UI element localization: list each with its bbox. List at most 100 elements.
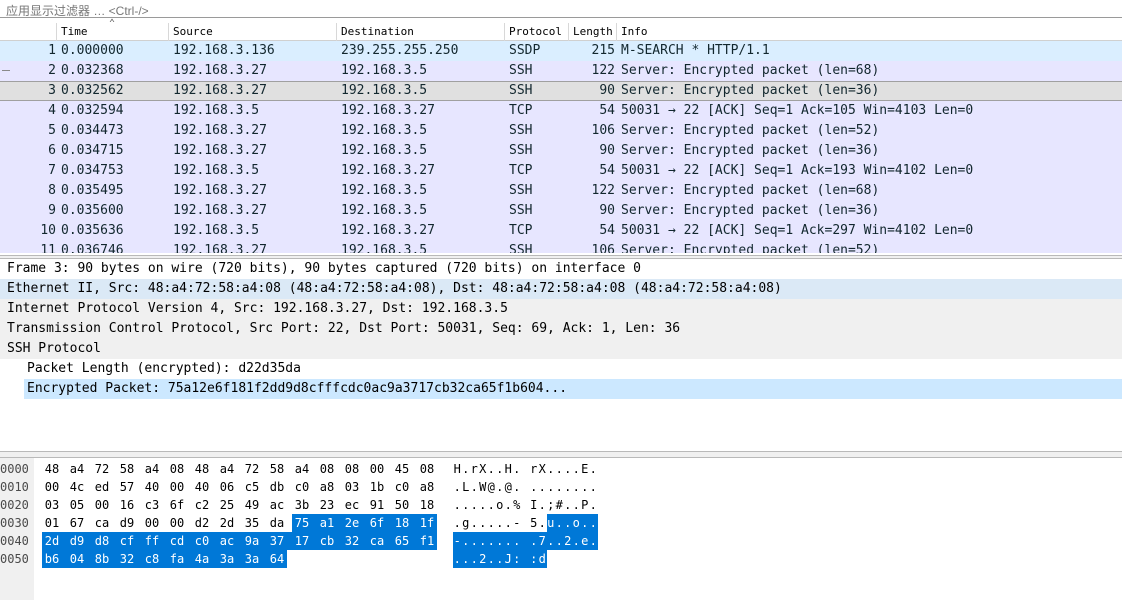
ascii-byte[interactable]: . (462, 496, 471, 514)
ascii-byte[interactable]: . (589, 496, 598, 514)
hex-byte[interactable]: 64 (267, 550, 287, 568)
hex-byte[interactable]: 2d (217, 514, 237, 532)
detail-line-packet-length[interactable]: Packet Length (encrypted): d22d35da (24, 359, 1122, 379)
ascii-byte[interactable]: ; (547, 496, 556, 514)
ascii-byte[interactable]: . (572, 496, 581, 514)
column-header-no[interactable] (0, 23, 57, 41)
hex-byte[interactable]: 3b (292, 496, 312, 514)
hex-byte[interactable]: 08 (417, 460, 437, 478)
hex-byte[interactable]: 00 (367, 460, 387, 478)
ascii-byte[interactable]: . (453, 514, 462, 532)
hex-byte[interactable]: db (267, 478, 287, 496)
ascii-byte[interactable]: J (504, 550, 513, 568)
ascii-byte[interactable]: W (479, 478, 488, 496)
ascii-byte[interactable]: . (547, 460, 556, 478)
hex-byte[interactable]: 8b (92, 550, 112, 568)
packet-row[interactable]: 7 0.034753 192.168.3.5 192.168.3.27 TCP 54 500… (0, 161, 1122, 181)
ascii-byte[interactable]: r (470, 460, 479, 478)
ascii-byte[interactable]: . (504, 514, 513, 532)
ascii-byte[interactable]: . (461, 532, 470, 550)
ascii-byte[interactable]: 5 (530, 514, 539, 532)
hex-byte[interactable]: a4 (292, 460, 312, 478)
ascii-byte[interactable]: . (555, 514, 564, 532)
hex-byte[interactable]: c2 (192, 496, 212, 514)
hex-byte[interactable]: 49 (242, 496, 262, 514)
ascii-byte[interactable]: H (453, 460, 462, 478)
hex-byte[interactable]: cf (117, 532, 137, 550)
ascii-byte[interactable]: . (555, 532, 564, 550)
hex-byte[interactable]: 45 (392, 460, 412, 478)
ascii-byte[interactable]: . (470, 496, 479, 514)
hex-byte[interactable]: 37 (267, 532, 287, 550)
hex-byte[interactable]: c8 (142, 550, 162, 568)
ascii-byte[interactable]: . (546, 532, 555, 550)
hex-byte[interactable]: a8 (417, 478, 437, 496)
ascii-byte[interactable]: e (580, 532, 589, 550)
ascii-byte[interactable]: . (487, 496, 496, 514)
ascii-byte[interactable]: X (538, 460, 547, 478)
hex-byte[interactable]: 01 (42, 514, 62, 532)
ascii-byte[interactable]: r (530, 460, 539, 478)
hex-byte[interactable]: 72 (92, 460, 112, 478)
packet-row[interactable]: 10 0.035636 192.168.3.5 192.168.3.27 TCP 54 50… (0, 221, 1122, 241)
hex-byte[interactable]: 40 (192, 478, 212, 496)
hex-byte[interactable]: 00 (92, 496, 112, 514)
hex-byte[interactable]: a4 (67, 460, 87, 478)
ascii-byte[interactable]: - (453, 532, 462, 550)
hex-byte[interactable]: 23 (317, 496, 337, 514)
ascii-byte[interactable]: @ (504, 478, 513, 496)
ascii-byte[interactable]: . (487, 514, 496, 532)
hex-byte[interactable]: a4 (142, 460, 162, 478)
ascii-byte[interactable]: . (512, 532, 521, 550)
ascii-byte[interactable]: . (487, 550, 496, 568)
hex-byte[interactable]: 00 (142, 514, 162, 532)
hex-byte[interactable]: 16 (117, 496, 137, 514)
ascii-byte[interactable]: . (470, 550, 479, 568)
ascii-byte[interactable]: d (538, 550, 547, 568)
column-header-protocol[interactable]: Protocol (505, 23, 569, 41)
hex-byte[interactable]: a1 (317, 514, 337, 532)
hex-byte[interactable]: a8 (317, 478, 337, 496)
ascii-byte[interactable]: . (504, 532, 513, 550)
ascii-byte[interactable]: . (572, 532, 581, 550)
hex-byte[interactable]: ec (342, 496, 362, 514)
hex-byte[interactable]: c0 (392, 478, 412, 496)
hex-byte[interactable]: 4c (67, 478, 87, 496)
ascii-byte[interactable]: . (478, 532, 487, 550)
hex-byte[interactable]: fa (167, 550, 187, 568)
ascii-byte[interactable]: 7 (538, 532, 547, 550)
hex-byte[interactable]: 50 (392, 496, 412, 514)
ascii-byte[interactable]: . (589, 532, 598, 550)
ascii-byte[interactable]: . (470, 514, 479, 532)
hex-byte[interactable]: ac (217, 532, 237, 550)
ascii-byte[interactable] (521, 478, 530, 496)
hex-byte[interactable]: 72 (242, 460, 262, 478)
hex-byte[interactable]: a4 (217, 460, 237, 478)
hex-byte[interactable]: 91 (367, 496, 387, 514)
hex-byte[interactable]: ac (267, 496, 287, 514)
ascii-byte[interactable]: . (555, 460, 564, 478)
ascii-byte[interactable]: o (572, 514, 581, 532)
column-header-source[interactable]: Source (169, 23, 337, 41)
hex-byte[interactable]: 2e (342, 514, 362, 532)
ascii-byte[interactable]: # (555, 496, 564, 514)
ascii-byte[interactable]: . (547, 478, 556, 496)
packet-row[interactable]: 4 0.032594 192.168.3.5 192.168.3.27 TCP 54 500… (0, 101, 1122, 121)
ascii-byte[interactable]: . (538, 496, 547, 514)
ascii-byte[interactable]: . (496, 460, 505, 478)
hex-byte[interactable]: 1b (367, 478, 387, 496)
hex-byte[interactable]: 75 (292, 514, 312, 532)
hex-byte[interactable]: 67 (67, 514, 87, 532)
ascii-byte[interactable]: . (479, 496, 488, 514)
ascii-byte[interactable]: . (580, 514, 589, 532)
hex-byte[interactable]: d2 (192, 514, 212, 532)
ascii-byte[interactable]: . (453, 478, 462, 496)
ascii-byte[interactable]: . (495, 532, 504, 550)
ascii-byte[interactable] (521, 460, 530, 478)
hex-byte[interactable]: 3a (242, 550, 262, 568)
ascii-byte[interactable]: . (513, 460, 522, 478)
display-filter-input[interactable]: 应用显示过滤器 … <Ctrl-/> (6, 2, 149, 19)
hex-byte[interactable]: 05 (67, 496, 87, 514)
detail-line-frame[interactable]: Frame 3: 90 bytes on wire (720 bits), 90… (0, 259, 1122, 279)
ascii-byte[interactable]: . (538, 514, 547, 532)
